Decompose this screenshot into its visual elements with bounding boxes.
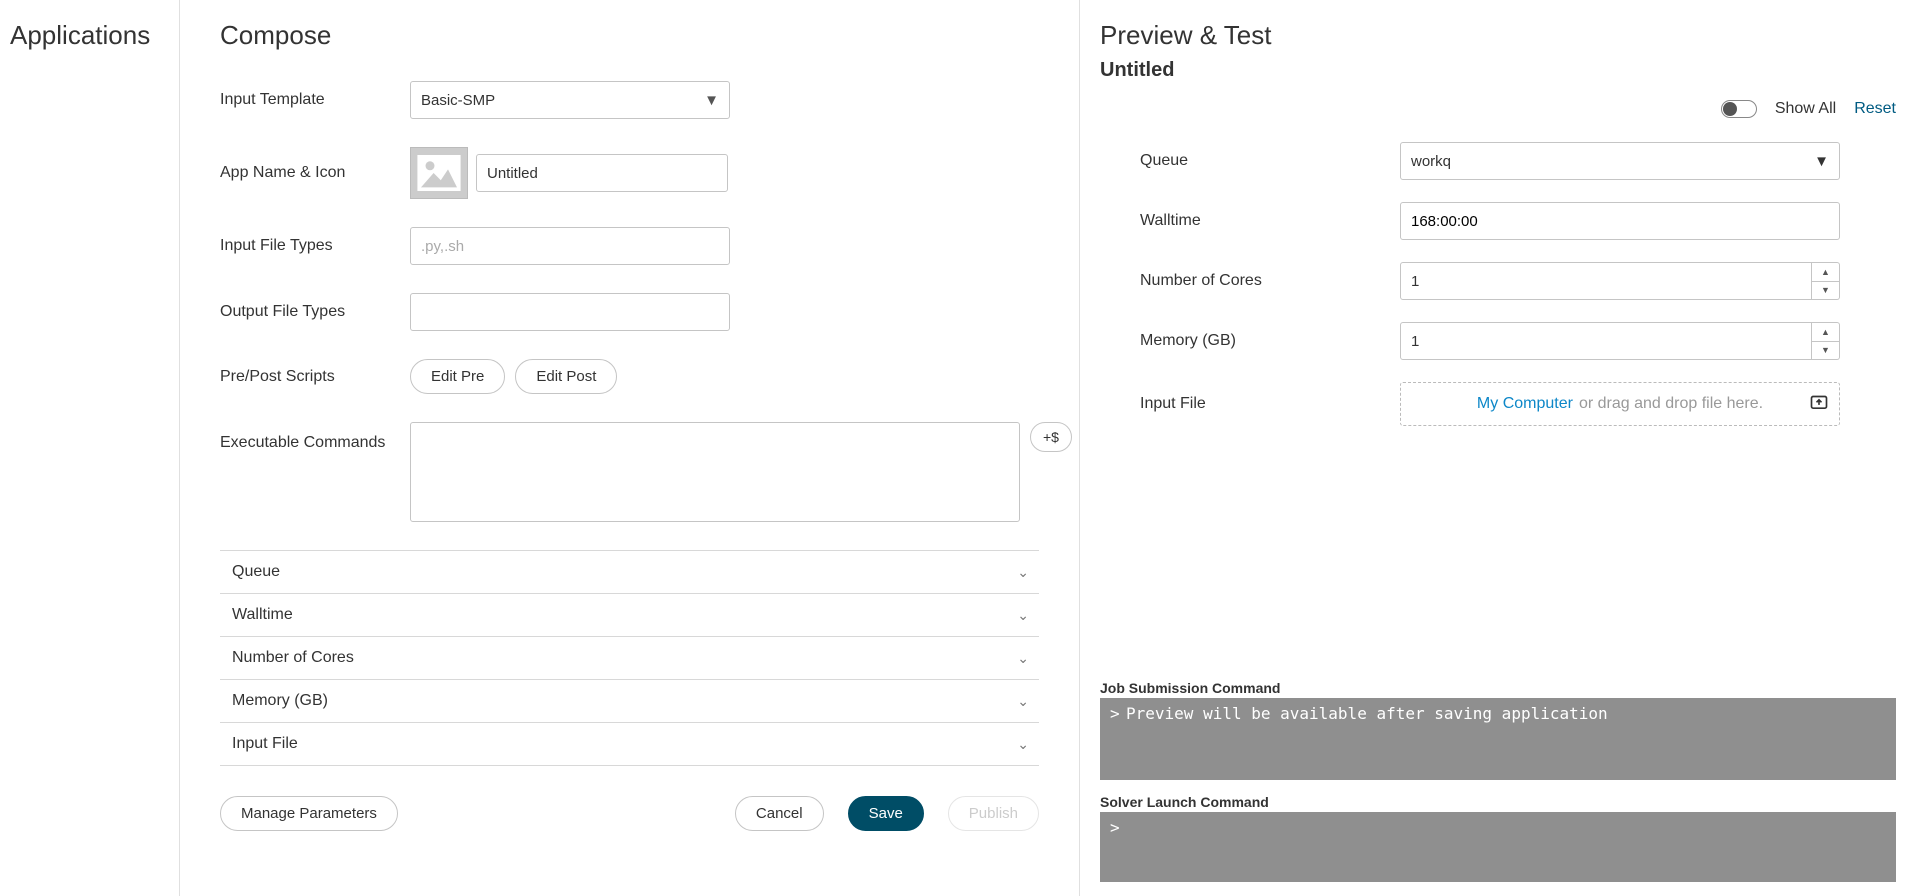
job-cmd-text: Preview will be available after saving a… bbox=[1126, 704, 1886, 723]
label-preview-queue: Queue bbox=[1140, 152, 1400, 170]
accordion-walltime-label: Walltime bbox=[232, 606, 293, 624]
label-input-file-types: Input File Types bbox=[220, 237, 410, 255]
input-file-types-input[interactable] bbox=[410, 227, 730, 265]
solver-cmd-output bbox=[1100, 812, 1896, 882]
accordion-queue-label: Queue bbox=[232, 563, 280, 581]
show-all-toggle[interactable] bbox=[1721, 100, 1757, 118]
label-exec-commands: Executable Commands bbox=[220, 422, 410, 452]
accordion-input-file-label: Input File bbox=[232, 735, 298, 753]
preview-queue-value: workq bbox=[1411, 153, 1451, 170]
cores-down-button[interactable]: ▼ bbox=[1812, 282, 1839, 300]
label-input-template: Input Template bbox=[220, 91, 410, 109]
chevron-down-icon: ⌄ bbox=[1017, 607, 1029, 624]
preview-walltime-input[interactable] bbox=[1400, 202, 1840, 240]
preview-cores-input[interactable] bbox=[1400, 262, 1812, 300]
label-app-name-icon: App Name & Icon bbox=[220, 164, 410, 182]
preview-queue-select[interactable]: workq ▼ bbox=[1400, 142, 1840, 180]
edit-post-button[interactable]: Edit Post bbox=[515, 359, 617, 394]
preview-panel: Preview & Test Untitled Show All Reset Q… bbox=[1080, 0, 1916, 896]
manage-parameters-button[interactable]: Manage Parameters bbox=[220, 796, 398, 831]
upload-icon bbox=[1809, 392, 1829, 417]
cores-spinner: ▲ ▼ bbox=[1812, 262, 1840, 300]
memory-up-button[interactable]: ▲ bbox=[1812, 323, 1839, 342]
memory-spinner: ▲ ▼ bbox=[1812, 322, 1840, 360]
image-icon bbox=[417, 155, 461, 191]
chevron-down-icon: ⌄ bbox=[1017, 736, 1029, 753]
sidebar-title[interactable]: Applications bbox=[10, 20, 169, 51]
publish-button: Publish bbox=[948, 796, 1039, 831]
reset-link[interactable]: Reset bbox=[1854, 100, 1896, 118]
preview-memory-input[interactable] bbox=[1400, 322, 1812, 360]
chevron-down-icon: ▼ bbox=[1814, 153, 1829, 170]
show-all-label: Show All bbox=[1775, 100, 1836, 118]
job-cmd-output: Preview will be available after saving a… bbox=[1100, 698, 1896, 780]
label-preview-cores: Number of Cores bbox=[1140, 272, 1400, 290]
compose-panel: Compose Input Template Basic-SMP ▼ App N… bbox=[180, 0, 1080, 896]
cancel-button[interactable]: Cancel bbox=[735, 796, 824, 831]
label-preview-memory: Memory (GB) bbox=[1140, 332, 1400, 350]
chevron-down-icon: ⌄ bbox=[1017, 693, 1029, 710]
sidebar: Applications bbox=[0, 0, 180, 896]
exec-commands-textarea[interactable] bbox=[410, 422, 1020, 522]
my-computer-link[interactable]: My Computer bbox=[1477, 395, 1573, 413]
label-output-file-types: Output File Types bbox=[220, 303, 410, 321]
label-preview-walltime: Walltime bbox=[1140, 212, 1400, 230]
accordion-input-file[interactable]: Input File ⌄ bbox=[220, 723, 1039, 765]
job-cmd-label: Job Submission Command bbox=[1100, 680, 1896, 696]
app-icon-placeholder[interactable] bbox=[410, 147, 468, 199]
label-preview-input-file: Input File bbox=[1140, 395, 1400, 413]
save-button[interactable]: Save bbox=[848, 796, 924, 831]
chevron-down-icon: ⌄ bbox=[1017, 564, 1029, 581]
memory-down-button[interactable]: ▼ bbox=[1812, 342, 1839, 360]
add-variable-button[interactable]: +$ bbox=[1030, 422, 1072, 452]
accordion-memory[interactable]: Memory (GB) ⌄ bbox=[220, 680, 1039, 722]
accordion-cores[interactable]: Number of Cores ⌄ bbox=[220, 637, 1039, 679]
cores-up-button[interactable]: ▲ bbox=[1812, 263, 1839, 282]
solver-cmd-label: Solver Launch Command bbox=[1100, 794, 1896, 810]
input-template-select[interactable]: Basic-SMP ▼ bbox=[410, 81, 730, 119]
output-file-types-input[interactable] bbox=[410, 293, 730, 331]
preview-subtitle: Untitled bbox=[1100, 59, 1896, 82]
chevron-down-icon: ⌄ bbox=[1017, 650, 1029, 667]
label-pre-post: Pre/Post Scripts bbox=[220, 368, 410, 386]
input-file-dropzone[interactable]: My Computer or drag and drop file here. bbox=[1400, 382, 1840, 426]
accordion-walltime[interactable]: Walltime ⌄ bbox=[220, 594, 1039, 636]
compose-title: Compose bbox=[220, 20, 1079, 51]
dropzone-text: or drag and drop file here. bbox=[1579, 395, 1763, 413]
accordion-memory-label: Memory (GB) bbox=[232, 692, 328, 710]
input-template-value: Basic-SMP bbox=[421, 92, 495, 109]
params-accordion: Queue ⌄ Walltime ⌄ Number of Cores ⌄ Memory… bbox=[220, 550, 1039, 766]
accordion-cores-label: Number of Cores bbox=[232, 649, 354, 667]
toggle-knob bbox=[1723, 102, 1737, 116]
app-name-input[interactable] bbox=[476, 154, 728, 192]
accordion-queue[interactable]: Queue ⌄ bbox=[220, 551, 1039, 593]
preview-title: Preview & Test bbox=[1100, 20, 1896, 51]
chevron-down-icon: ▼ bbox=[704, 92, 719, 109]
edit-pre-button[interactable]: Edit Pre bbox=[410, 359, 505, 394]
